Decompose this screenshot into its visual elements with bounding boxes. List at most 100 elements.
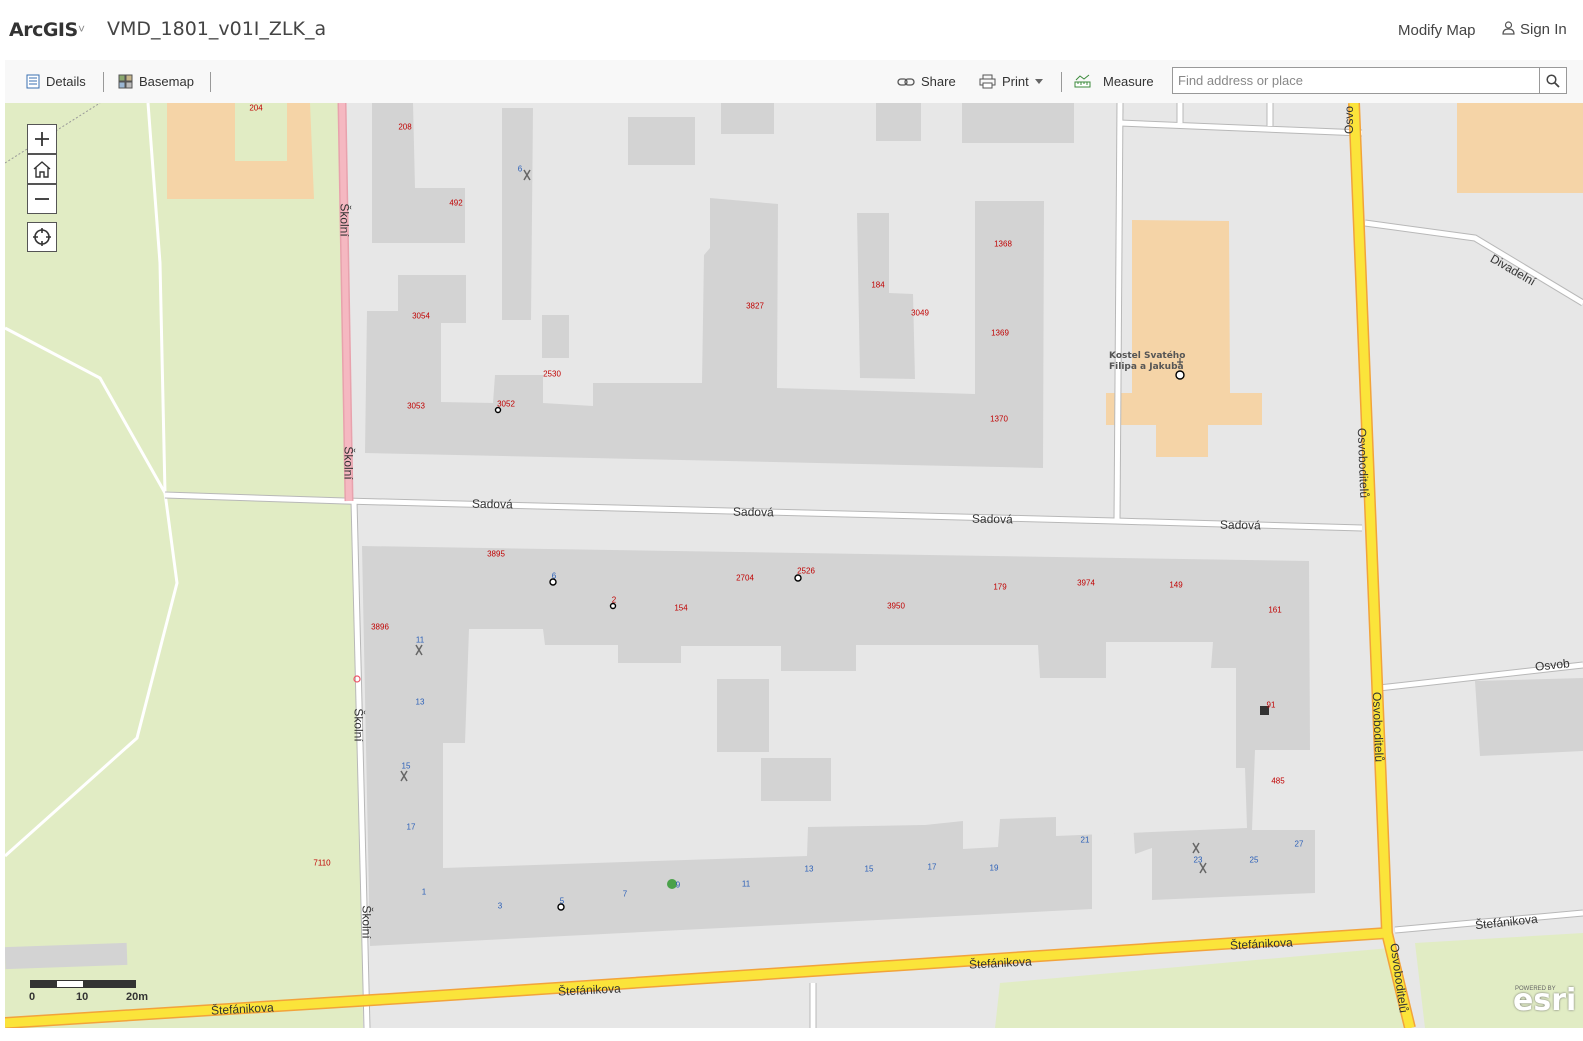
building-number: 154 — [674, 603, 688, 613]
chevron-down-icon[interactable]: ˅ — [78, 22, 85, 36]
poi-label-church: Kostel Svatého Filipa a Jakuba — [1109, 351, 1185, 373]
building-number: 3049 — [911, 308, 929, 318]
house-number: 25 — [1249, 855, 1259, 865]
house-number: 15 — [401, 761, 411, 771]
esri-logo: esri — [1513, 983, 1577, 1018]
zoom-in-button[interactable] — [27, 124, 57, 154]
house-number: 13 — [804, 864, 814, 874]
building-number: 184 — [871, 280, 885, 290]
house-number: 9 — [675, 880, 681, 890]
building-number: 179 — [993, 582, 1007, 592]
building-number: 204 — [249, 103, 263, 113]
building-number: 3895 — [487, 549, 505, 559]
building-number: 3827 — [746, 301, 764, 311]
scale-label: 0 — [29, 991, 36, 1003]
street-label-skolni: Školní — [341, 446, 356, 480]
building-number: 3896 — [371, 622, 389, 632]
divider — [210, 72, 211, 92]
house-number: 11 — [741, 879, 751, 889]
share-label: Share — [921, 74, 956, 89]
basemap-layer — [5, 103, 1583, 1028]
locate-icon — [33, 228, 51, 246]
map-view[interactable]: 204 208 492 3054 3053 3052 2530 3827 184… — [5, 103, 1583, 1028]
house-number: 15 — [864, 864, 874, 874]
building-number: 161 — [1268, 605, 1282, 615]
brand-logo[interactable]: ArcGIS — [9, 19, 78, 41]
scale-label: 10 — [76, 991, 89, 1003]
top-bar: ArcGIS ˅ VMD_1801_v01I_ZLK_a Modify Map … — [0, 0, 1583, 60]
measure-button[interactable]: Measure — [1074, 74, 1154, 89]
house-number: 23 — [1193, 855, 1203, 865]
basemap-button[interactable]: Basemap — [118, 74, 194, 89]
house-number: 11 — [415, 635, 425, 645]
street-label-osvoboditelu: Osvo — [1342, 105, 1357, 135]
modify-map-link[interactable]: Modify Map — [1398, 22, 1476, 39]
basemap-label: Basemap — [139, 74, 194, 89]
house-number: 3 — [497, 901, 503, 911]
link-icon — [897, 77, 915, 86]
house-number: 1 — [421, 887, 427, 897]
search-icon — [1546, 73, 1560, 88]
park-area — [5, 103, 363, 1028]
building-number: 2704 — [736, 573, 754, 583]
house-number: 7 — [622, 889, 628, 899]
building-number: 2530 — [543, 369, 561, 379]
measure-label: Measure — [1103, 74, 1154, 89]
sign-in-link[interactable]: Sign In — [1502, 21, 1567, 38]
search-input[interactable]: Find address or place — [1172, 67, 1540, 94]
building-number: 3053 — [407, 401, 425, 411]
building-number: 3054 — [412, 311, 430, 321]
home-button[interactable] — [27, 154, 57, 184]
poi-label-line: Kostel Svatého — [1109, 351, 1186, 361]
house-number: 6 — [517, 164, 523, 174]
building-number: 1369 — [991, 328, 1009, 338]
building-number: 2526 — [797, 566, 815, 576]
street-label-sadova: Sadová — [732, 504, 774, 520]
scale-label: 20m — [126, 991, 149, 1003]
house-number: 21 — [1080, 835, 1090, 845]
toolbar: Details Basemap Share Print Measure Find… — [5, 60, 1583, 104]
printer-icon — [979, 74, 996, 89]
house-number: 6 — [551, 571, 557, 581]
street-label-osvoboditelu: Osvoboditelů — [1354, 427, 1372, 499]
measure-icon — [1074, 74, 1091, 88]
street-label-sadova: Sadová — [971, 511, 1013, 527]
scale-bar: 0 10 20m — [29, 980, 160, 1010]
building-number: 208 — [398, 122, 412, 132]
building-number: 485 — [1271, 776, 1285, 786]
search-button[interactable] — [1540, 67, 1567, 94]
street-label-skolni: Školní — [351, 708, 366, 742]
print-button[interactable]: Print — [979, 74, 1043, 89]
minus-icon — [35, 198, 49, 200]
building-number: 1370 — [990, 414, 1008, 424]
details-button[interactable]: Details — [26, 74, 86, 89]
share-button[interactable]: Share — [897, 74, 956, 89]
building-number: 149 — [1169, 580, 1183, 590]
home-icon — [33, 161, 51, 178]
house-number: 13 — [415, 697, 425, 707]
scale-bar-graphic — [30, 980, 136, 988]
house-number: 17 — [927, 862, 937, 872]
street-label-skolni: Školní — [337, 203, 352, 237]
street-label-sadova: Sadová — [471, 496, 513, 512]
street-label-osvoboditelu: Osvoboditelů — [1369, 691, 1387, 763]
house-number: 19 — [989, 863, 999, 873]
print-label: Print — [1002, 74, 1029, 89]
house-number: 5 — [559, 896, 565, 906]
zoom-out-button[interactable] — [27, 184, 57, 214]
poi-area — [1457, 103, 1583, 193]
building-number: 7110 — [313, 858, 331, 868]
sign-in-label: Sign In — [1520, 21, 1567, 38]
basemap-icon — [118, 74, 133, 89]
caret-down-icon — [1034, 79, 1043, 84]
building-number: 3052 — [497, 399, 515, 409]
plus-icon — [35, 132, 49, 146]
details-icon — [26, 74, 40, 89]
user-icon — [1502, 21, 1515, 35]
church-area — [1106, 220, 1262, 457]
building-number: 91 — [1266, 700, 1276, 710]
map-title: VMD_1801_v01I_ZLK_a — [107, 18, 327, 40]
locate-button[interactable] — [27, 222, 57, 252]
building-number: 1368 — [994, 239, 1012, 249]
street-label-sadova: Sadová — [1219, 517, 1261, 533]
